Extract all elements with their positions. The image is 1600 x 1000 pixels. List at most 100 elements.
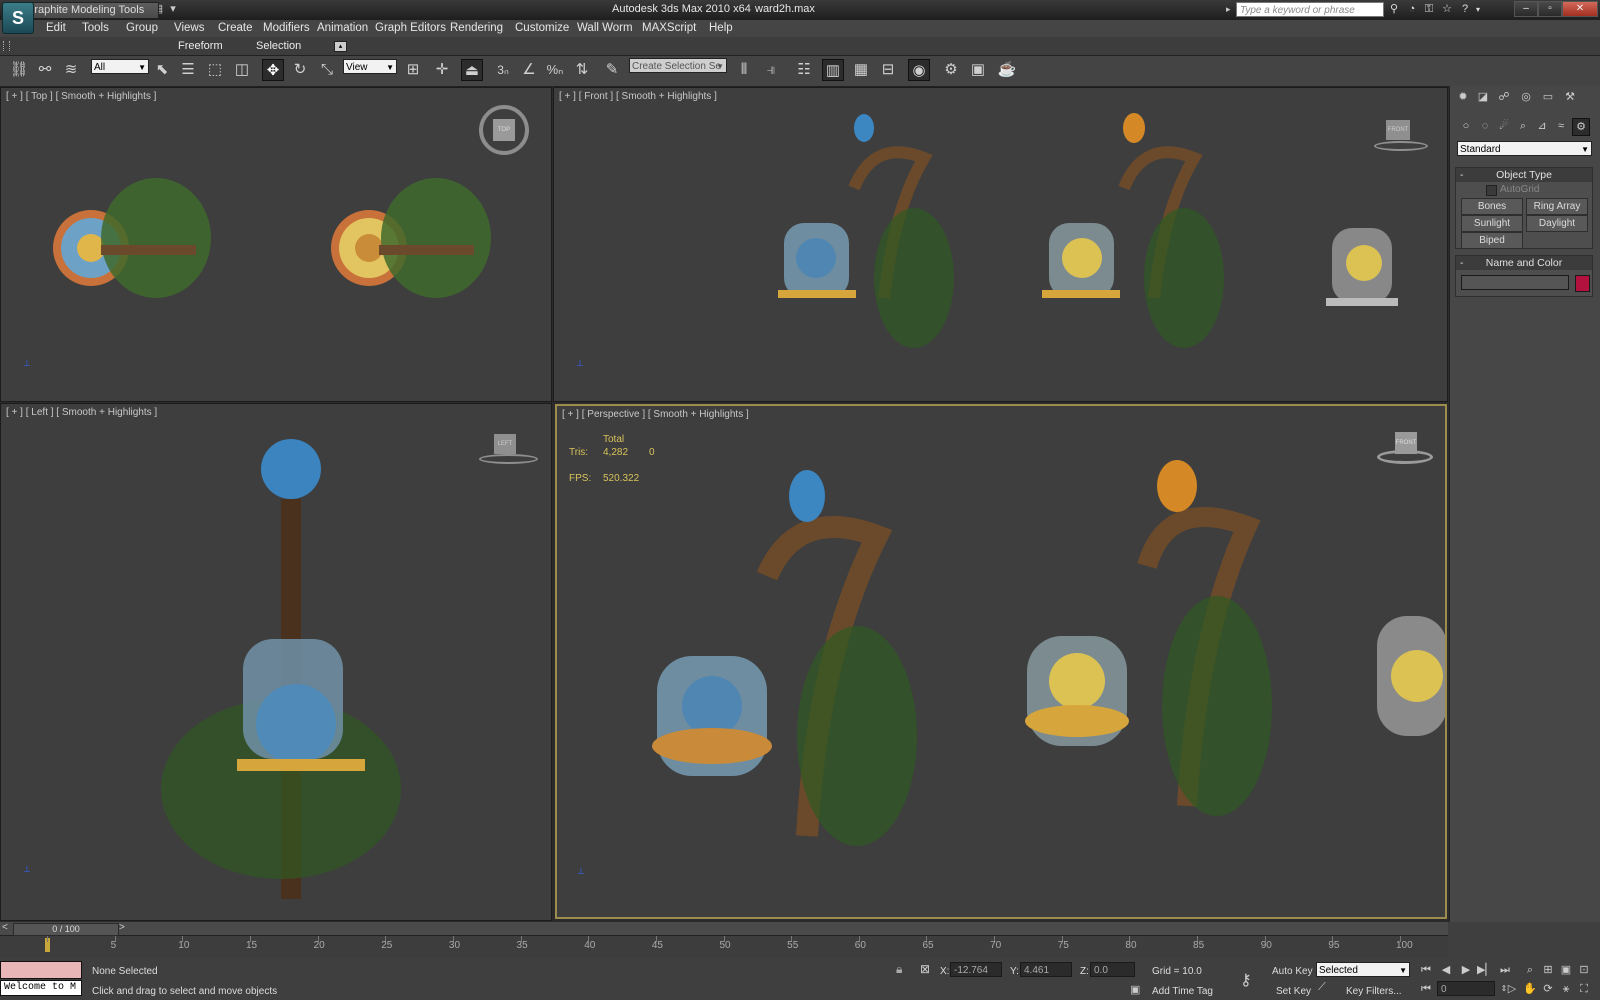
- select-and-manipulate-icon[interactable]: ✛: [431, 59, 453, 81]
- binoculars-icon[interactable]: ⚲: [1386, 2, 1402, 17]
- select-and-move-icon[interactable]: ✥: [262, 59, 284, 81]
- time-slider-track[interactable]: [0, 922, 1448, 936]
- zoom-icon[interactable]: ⌕: [1522, 962, 1538, 978]
- menu-rendering[interactable]: Rendering: [450, 22, 503, 34]
- biped-button[interactable]: Biped: [1461, 232, 1523, 249]
- go-to-start-icon[interactable]: ⏮: [1418, 962, 1434, 978]
- snaps-toggle-icon[interactable]: 3ₙ: [492, 59, 514, 81]
- unlink-selection-icon[interactable]: ⚯: [34, 59, 56, 81]
- render-production-icon[interactable]: ☕: [996, 59, 1018, 81]
- help-dropdown-icon[interactable]: ▾: [1470, 2, 1486, 17]
- menu-wall-worm[interactable]: Wall Worm: [577, 22, 633, 34]
- time-slider-thumb[interactable]: 0 / 100: [13, 923, 119, 936]
- layer-manager-icon[interactable]: ☷: [793, 59, 815, 81]
- maximize-button[interactable]: ▫: [1538, 1, 1562, 17]
- bind-to-space-warp-icon[interactable]: ≋: [60, 59, 82, 81]
- menu-customize[interactable]: Customize: [515, 22, 569, 34]
- schematic-view-icon[interactable]: ⊟: [877, 59, 899, 81]
- menu-views[interactable]: Views: [174, 22, 204, 34]
- material-editor-icon[interactable]: ◉: [908, 59, 930, 81]
- track-bar[interactable]: 5 10 15 20 25 30 35 40 45 50 55 60 65 70 75 80 85 90 95 100: [0, 936, 1448, 958]
- viewport-label[interactable]: [ + ] [ Front ] [ Smooth + Highlights ]: [559, 91, 717, 102]
- object-name-input[interactable]: [1461, 275, 1569, 290]
- select-by-name-icon[interactable]: ☰: [177, 59, 199, 81]
- set-key-button[interactable]: Set Key: [1276, 986, 1311, 997]
- walk-through-icon[interactable]: ⚹: [1558, 981, 1574, 997]
- viewport-label[interactable]: [ + ] [ Perspective ] [ Smooth + Highlig…: [562, 409, 749, 420]
- set-key-icon[interactable]: ⚷: [1240, 970, 1252, 990]
- viewcube-ring-icon[interactable]: [479, 454, 538, 464]
- object-type-header[interactable]: - Object Type: [1456, 168, 1592, 182]
- go-to-end-icon[interactable]: ⏭: [1497, 962, 1513, 978]
- rendered-frame-window-icon[interactable]: ▣: [967, 59, 989, 81]
- y-coordinate-field[interactable]: 4.461: [1020, 962, 1072, 977]
- scene-top-objects[interactable]: [41, 158, 521, 402]
- favorites-star-icon[interactable]: ☆: [1439, 2, 1455, 17]
- time-slider-prev-icon[interactable]: <: [2, 922, 8, 933]
- quick-access-dropdown-icon[interactable]: ▾: [166, 3, 180, 16]
- viewport-left[interactable]: [ + ] [ Left ] [ Smooth + Highlights ] L…: [0, 403, 552, 921]
- curve-editor-icon[interactable]: ▦: [850, 59, 872, 81]
- helpers-icon[interactable]: ⊿: [1534, 118, 1550, 134]
- zoom-extents-icon[interactable]: ▣: [1558, 962, 1574, 978]
- utilities-tab-icon[interactable]: ⚒: [1562, 89, 1578, 105]
- z-coordinate-field[interactable]: 0.0: [1090, 962, 1135, 977]
- key-mode-toggle-icon[interactable]: ⏮: [1418, 981, 1434, 997]
- maxscript-listener-input[interactable]: Welcome to M: [0, 980, 82, 996]
- name-and-color-header[interactable]: - Name and Color: [1456, 256, 1592, 270]
- search-expand-icon[interactable]: ▸: [1226, 4, 1231, 15]
- orbit-icon[interactable]: ⟳: [1540, 981, 1556, 997]
- viewport-label[interactable]: [ + ] [ Top ] [ Smooth + Highlights ]: [6, 91, 156, 102]
- scene-front-objects[interactable]: [774, 108, 1448, 398]
- sunlight-button[interactable]: Sunlight: [1461, 215, 1523, 232]
- menu-create[interactable]: Create: [218, 22, 253, 34]
- daylight-button[interactable]: Daylight: [1526, 215, 1588, 232]
- zoom-extents-all-icon[interactable]: ⊡: [1576, 962, 1592, 978]
- shapes-icon[interactable]: ◌: [1477, 118, 1493, 134]
- menu-modifiers[interactable]: Modifiers: [263, 22, 310, 34]
- field-of-view-icon[interactable]: ▷: [1504, 981, 1520, 997]
- zoom-all-icon[interactable]: ⊞: [1540, 962, 1556, 978]
- reference-coordinate-dropdown[interactable]: View ▼: [343, 59, 397, 74]
- create-tab-icon[interactable]: ✹: [1455, 89, 1471, 105]
- add-time-tag-button[interactable]: Add Time Tag: [1152, 986, 1213, 997]
- autogrid-checkbox[interactable]: [1486, 185, 1497, 196]
- absolute-mode-icon[interactable]: ⊠: [920, 962, 930, 976]
- menu-tools[interactable]: Tools: [82, 22, 109, 34]
- render-setup-icon[interactable]: ⚙: [940, 59, 962, 81]
- systems-icon[interactable]: ⚙: [1572, 118, 1590, 136]
- keyboard-shortcut-override-icon[interactable]: ⏏: [461, 59, 483, 81]
- pivot-center-icon[interactable]: ⊞: [402, 59, 424, 81]
- viewport-perspective[interactable]: [ + ] [ Perspective ] [ Smooth + Highlig…: [555, 404, 1447, 919]
- minimize-button[interactable]: –: [1514, 1, 1538, 17]
- select-and-rotate-icon[interactable]: ↻: [289, 59, 311, 81]
- object-color-swatch[interactable]: [1575, 275, 1590, 292]
- menu-maxscript[interactable]: MAXScript: [642, 22, 696, 34]
- menu-graph-editors[interactable]: Graph Editors: [375, 22, 446, 34]
- object-category-dropdown[interactable]: Standard ▼: [1457, 141, 1592, 156]
- ribbon-minimize-icon[interactable]: ▴: [334, 41, 347, 52]
- display-tab-icon[interactable]: ▭: [1540, 89, 1556, 105]
- percent-snap-icon[interactable]: %ₙ: [544, 59, 566, 81]
- communication-center-icon[interactable]: ◔: [1404, 2, 1420, 17]
- next-frame-icon[interactable]: ▶▏: [1477, 962, 1494, 978]
- selection-lock-icon[interactable]: 🔒︎: [896, 962, 902, 977]
- edit-named-selection-icon[interactable]: ✎: [601, 59, 623, 81]
- select-and-link-icon[interactable]: ⛓: [8, 59, 30, 81]
- cameras-icon[interactable]: ⌕: [1515, 118, 1531, 134]
- maximize-viewport-icon[interactable]: ⛶: [1576, 981, 1592, 997]
- maxscript-mini-listener[interactable]: [0, 961, 82, 979]
- time-tag-icon[interactable]: ▣: [1130, 983, 1140, 996]
- viewport-top[interactable]: [ + ] [ Top ] [ Smooth + Highlights ] TO…: [0, 87, 552, 402]
- modify-tab-icon[interactable]: ◪: [1475, 89, 1491, 105]
- spinner-snap-icon[interactable]: ⇅: [571, 59, 593, 81]
- window-crossing-icon[interactable]: ◫: [231, 59, 253, 81]
- viewport-label[interactable]: [ + ] [ Left ] [ Smooth + Highlights ]: [6, 407, 157, 418]
- subscription-icon[interactable]: ⚿: [1421, 2, 1437, 17]
- motion-tab-icon[interactable]: ◎: [1518, 89, 1534, 105]
- scene-left-objects[interactable]: [141, 429, 441, 899]
- ring-array-button[interactable]: Ring Array: [1526, 198, 1588, 215]
- time-slider-next-icon[interactable]: >: [119, 922, 125, 933]
- app-logo-icon[interactable]: S: [2, 2, 34, 34]
- default-in-out-tangent-icon[interactable]: ⟋: [1318, 981, 1326, 994]
